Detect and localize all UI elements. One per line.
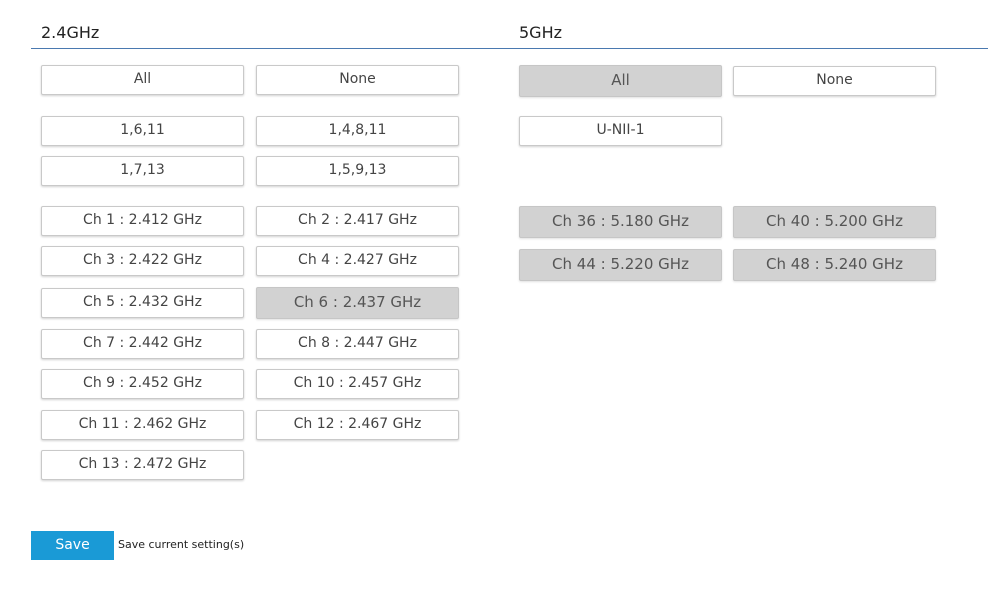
channel-selection-page: 2.4GHz 5GHz All None 1,6,11 1,4,8,11 1,7… [0, 0, 999, 613]
channel-24-button[interactable]: Ch 13 : 2.472 GHz [41, 450, 244, 480]
channel-24-button[interactable]: Ch 1 : 2.412 GHz [41, 206, 244, 236]
channel-24-button[interactable]: Ch 12 : 2.467 GHz [256, 410, 459, 440]
channel-24-button[interactable]: Ch 11 : 2.462 GHz [41, 410, 244, 440]
channel-24-button[interactable]: Ch 10 : 2.457 GHz [256, 369, 459, 399]
channel-5-button[interactable]: Ch 48 : 5.240 GHz [733, 249, 936, 281]
channel-5-button[interactable]: Ch 36 : 5.180 GHz [519, 206, 722, 238]
all-5-button[interactable]: All [519, 65, 722, 97]
channel-24-button[interactable]: Ch 6 : 2.437 GHz [256, 287, 459, 319]
preset-24-button[interactable]: 1,5,9,13 [256, 156, 459, 186]
band-title-5ghz: 5GHz [519, 23, 563, 42]
channel-24-button[interactable]: Ch 8 : 2.447 GHz [256, 329, 459, 359]
channel-24-button[interactable]: Ch 7 : 2.442 GHz [41, 329, 244, 359]
channel-24-button[interactable]: Ch 4 : 2.427 GHz [256, 246, 459, 276]
save-note: Save current setting(s) [118, 538, 245, 551]
channel-24-button[interactable]: Ch 3 : 2.422 GHz [41, 246, 244, 276]
preset-24-button[interactable]: 1,4,8,11 [256, 116, 459, 146]
channel-24-button[interactable]: Ch 5 : 2.432 GHz [41, 288, 244, 318]
preset-24-button[interactable]: 1,7,13 [41, 156, 244, 186]
preset-24-button[interactable]: 1,6,11 [41, 116, 244, 146]
channel-24-button[interactable]: Ch 9 : 2.452 GHz [41, 369, 244, 399]
none-5-button[interactable]: None [733, 66, 936, 96]
channel-5-button[interactable]: Ch 40 : 5.200 GHz [733, 206, 936, 238]
channel-24-button[interactable]: Ch 2 : 2.417 GHz [256, 206, 459, 236]
save-button[interactable]: Save [31, 531, 114, 560]
none-24-button[interactable]: None [256, 65, 459, 95]
preset-5-button[interactable]: U-NII-1 [519, 116, 722, 146]
channel-5-button[interactable]: Ch 44 : 5.220 GHz [519, 249, 722, 281]
header-divider [31, 48, 988, 49]
band-title-2-4ghz: 2.4GHz [41, 23, 100, 42]
all-24-button[interactable]: All [41, 65, 244, 95]
